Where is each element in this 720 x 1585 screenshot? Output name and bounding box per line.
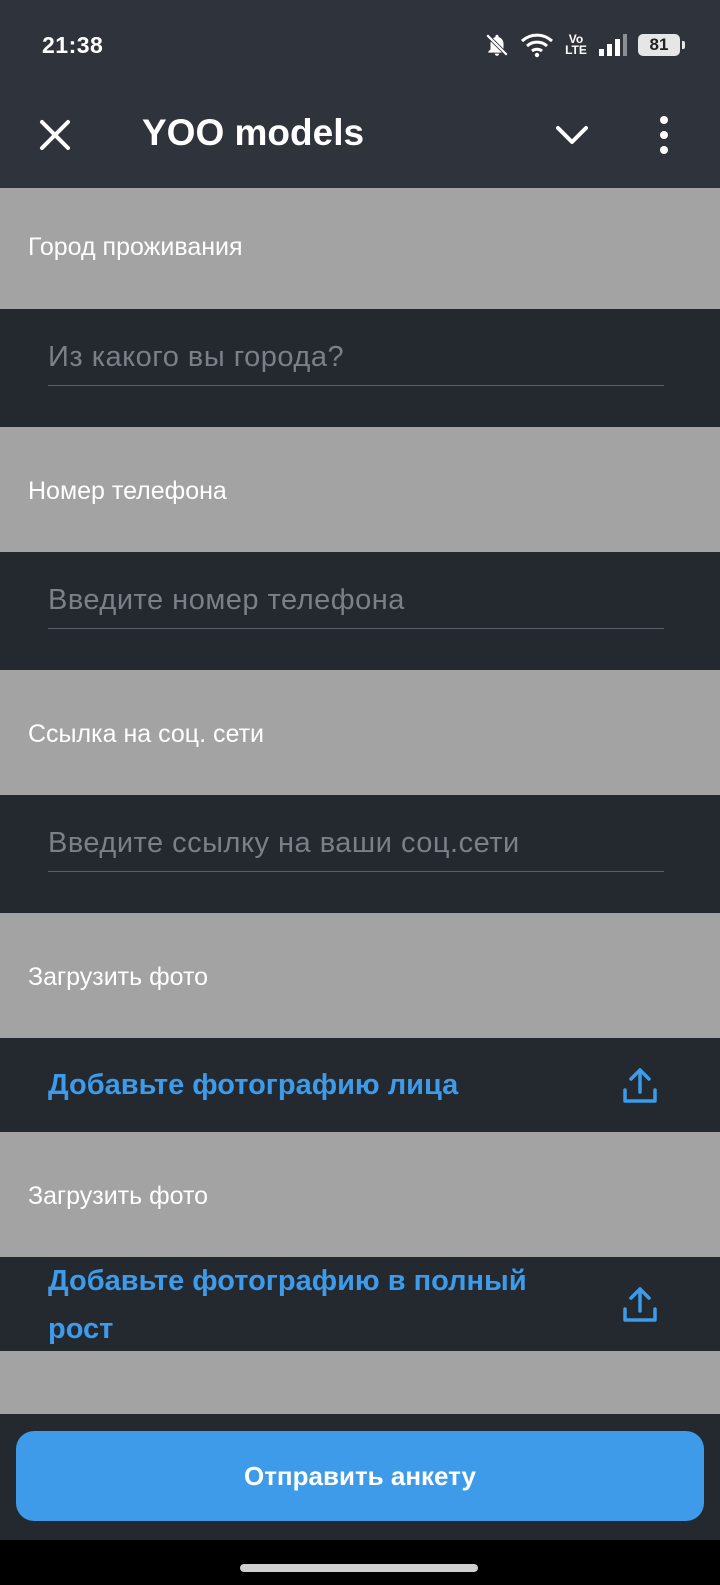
city-input-row [0, 309, 720, 427]
home-gesture-handle[interactable] [240, 1564, 478, 1572]
more-vertical-icon[interactable] [652, 114, 676, 156]
photo1-label: Загрузить фото [28, 963, 209, 991]
phone-label: Номер телефона [28, 477, 227, 505]
upload-full-photo-text: Добавьте фотографию в полный рост [48, 1265, 527, 1345]
social-label: Ссылка на соц. сети [28, 720, 264, 748]
bell-off-icon [485, 33, 509, 57]
status-time: 21:38 [42, 32, 104, 58]
upload-icon [623, 1287, 657, 1322]
navigation-bar [0, 1540, 720, 1585]
status-bar: 21:38 Vo LTE 81 [0, 0, 720, 90]
city-input[interactable] [48, 329, 664, 386]
app-bar: YOO models [0, 90, 720, 188]
photo2-label: Загрузить фото [28, 1182, 209, 1210]
volte-bottom-text: LTE [565, 43, 587, 57]
phone-input-row [0, 552, 720, 670]
close-icon[interactable] [34, 114, 76, 156]
photo2-label-row: Загрузить фото [0, 1132, 720, 1257]
upload-face-photo-button[interactable]: Добавьте фотографию лица [0, 1038, 720, 1132]
battery-icon: 81 [638, 34, 685, 56]
upload-icon [623, 1068, 657, 1103]
form-bottom-spacer [0, 1351, 720, 1414]
wifi-icon [520, 33, 554, 58]
status-icons: Vo LTE 81 [484, 30, 685, 60]
social-input[interactable] [48, 815, 664, 872]
upload-full-photo-button[interactable]: Добавьте фотографию в полный рост [0, 1257, 720, 1351]
signal-icon [599, 34, 627, 56]
upload-face-photo-text: Добавьте фотографию лица [48, 1069, 459, 1101]
city-label-row: Город проживания [0, 188, 720, 309]
social-input-row [0, 795, 720, 913]
volte-icon: Vo LTE [564, 33, 588, 57]
app-title: YOO models [142, 112, 365, 153]
phone-input[interactable] [48, 572, 664, 629]
photo1-label-row: Загрузить фото [0, 913, 720, 1038]
phone-label-row: Номер телефона [0, 427, 720, 552]
city-label: Город проживания [28, 233, 243, 261]
social-label-row: Ссылка на соц. сети [0, 670, 720, 795]
submit-button[interactable]: Отправить анкету [16, 1431, 704, 1521]
chevron-down-icon[interactable] [552, 118, 592, 152]
